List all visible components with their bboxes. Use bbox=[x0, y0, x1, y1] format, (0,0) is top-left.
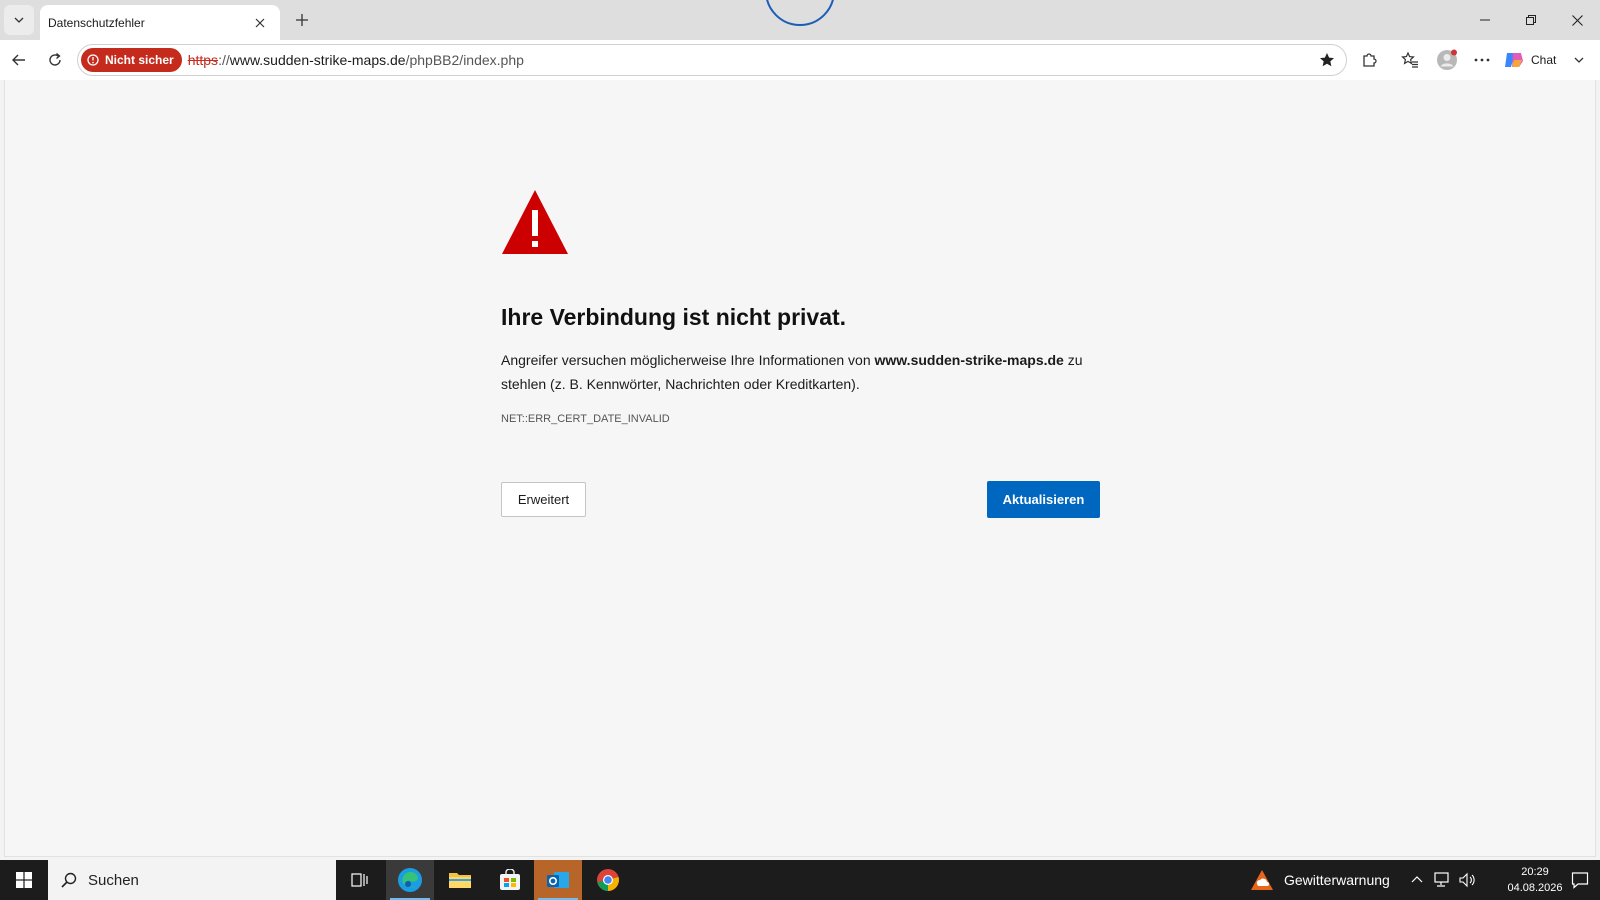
taskbar: Suchen Gewitterwarnung 20:29 04.08.2026 bbox=[0, 860, 1600, 900]
back-button[interactable] bbox=[4, 45, 34, 75]
copilot-icon bbox=[1505, 53, 1523, 67]
edge-icon bbox=[398, 868, 422, 892]
search-icon bbox=[61, 872, 77, 888]
error-description: Angreifer versuchen möglicherweise Ihre … bbox=[501, 348, 1101, 396]
tab-title: Datenschutzfehler bbox=[48, 15, 145, 30]
url-scheme: https bbox=[187, 52, 219, 68]
minimize-button[interactable] bbox=[1462, 0, 1508, 40]
notifications-button[interactable] bbox=[1560, 860, 1600, 900]
new-tab-button[interactable] bbox=[288, 6, 316, 34]
profile-button[interactable] bbox=[1432, 45, 1462, 75]
network-icon[interactable] bbox=[1432, 872, 1450, 888]
task-view-icon bbox=[351, 873, 368, 887]
favorites-button[interactable] bbox=[1395, 45, 1425, 75]
taskbar-edge[interactable] bbox=[386, 860, 434, 900]
browser-toolbar: Nicht sicher https://www.sudden-strike-m… bbox=[0, 40, 1600, 80]
url-path: /phpBB2/index.php bbox=[405, 52, 524, 68]
more-dots-icon bbox=[1474, 58, 1490, 62]
reload-button[interactable] bbox=[40, 45, 70, 75]
store-icon bbox=[500, 869, 520, 890]
favorite-star-button[interactable] bbox=[1316, 49, 1338, 71]
folder-icon bbox=[449, 873, 471, 888]
url-host: www.sudden-strike-maps.de bbox=[229, 52, 406, 68]
not-secure-badge[interactable]: Nicht sicher bbox=[81, 48, 182, 72]
minimize-icon bbox=[1480, 19, 1490, 21]
restore-button[interactable] bbox=[1508, 0, 1554, 40]
chevron-up-icon[interactable] bbox=[1410, 873, 1424, 887]
notification-icon bbox=[1571, 872, 1589, 889]
taskbar-store[interactable] bbox=[486, 860, 534, 900]
weather-widget[interactable]: Gewitterwarnung bbox=[1250, 860, 1390, 900]
puzzle-icon bbox=[1363, 53, 1377, 67]
page-title: Ihre Verbindung ist nicht privat. bbox=[501, 304, 847, 330]
task-view-button[interactable] bbox=[336, 860, 384, 900]
arrow-left-icon bbox=[12, 54, 25, 66]
error-code: NET::ERR_CERT_DATE_INVALID bbox=[501, 413, 670, 425]
weather-label: Gewitterwarnung bbox=[1284, 872, 1390, 888]
plus-icon bbox=[296, 14, 308, 26]
tab-strip: Datenschutzfehler bbox=[0, 0, 1600, 40]
restore-icon bbox=[1526, 15, 1536, 25]
taskbar-chrome[interactable] bbox=[584, 860, 632, 900]
favorites-icon bbox=[1401, 51, 1418, 68]
taskbar-outlook[interactable] bbox=[534, 860, 582, 900]
volume-icon[interactable] bbox=[1458, 872, 1476, 888]
start-button[interactable] bbox=[0, 860, 48, 900]
browser-tab[interactable]: Datenschutzfehler bbox=[40, 5, 280, 40]
avatar-icon bbox=[1437, 49, 1457, 70]
tab-actions-menu-button[interactable] bbox=[4, 5, 34, 35]
close-icon bbox=[1571, 14, 1583, 26]
chevron-down-icon bbox=[1574, 57, 1584, 63]
reload-page-button[interactable]: Aktualisieren bbox=[987, 481, 1100, 518]
windows-logo-icon bbox=[16, 872, 32, 888]
system-tray bbox=[1410, 860, 1476, 900]
outlook-icon bbox=[547, 872, 569, 888]
settings-more-button[interactable] bbox=[1467, 45, 1497, 75]
loading-indicator bbox=[765, 0, 835, 26]
desc-host: www.sudden-strike-maps.de bbox=[874, 352, 1064, 368]
storm-warning-icon bbox=[1251, 870, 1273, 890]
taskbar-file-explorer[interactable] bbox=[436, 860, 484, 900]
url-separator: :// bbox=[218, 52, 230, 68]
taskbar-search[interactable]: Suchen bbox=[48, 860, 336, 900]
shield-warning-icon bbox=[87, 54, 99, 66]
url-text[interactable]: https://www.sudden-strike-maps.de/phpBB2… bbox=[188, 52, 524, 68]
close-icon bbox=[255, 18, 265, 27]
address-bar[interactable]: Nicht sicher https://www.sudden-strike-m… bbox=[77, 44, 1347, 76]
star-filled-icon bbox=[1320, 53, 1334, 67]
tab-close-button[interactable] bbox=[248, 11, 272, 35]
chat-label: Chat bbox=[1531, 53, 1557, 67]
close-window-button[interactable] bbox=[1554, 0, 1600, 40]
chrome-icon bbox=[597, 869, 619, 891]
error-page: Ihre Verbindung ist nicht privat. Angrei… bbox=[4, 80, 1596, 857]
not-secure-label: Nicht sicher bbox=[105, 53, 174, 67]
search-label: Suchen bbox=[88, 871, 139, 889]
warning-triangle-icon bbox=[502, 190, 568, 254]
window-controls bbox=[1462, 0, 1600, 40]
desc-prefix: Angreifer versuchen möglicherweise Ihre … bbox=[501, 352, 875, 368]
refresh-icon bbox=[49, 52, 61, 66]
copilot-chat-button[interactable]: Chat bbox=[1503, 44, 1586, 76]
extensions-button[interactable] bbox=[1355, 45, 1385, 75]
chevron-down-icon bbox=[14, 17, 24, 23]
advanced-button[interactable]: Erweitert bbox=[501, 482, 586, 517]
